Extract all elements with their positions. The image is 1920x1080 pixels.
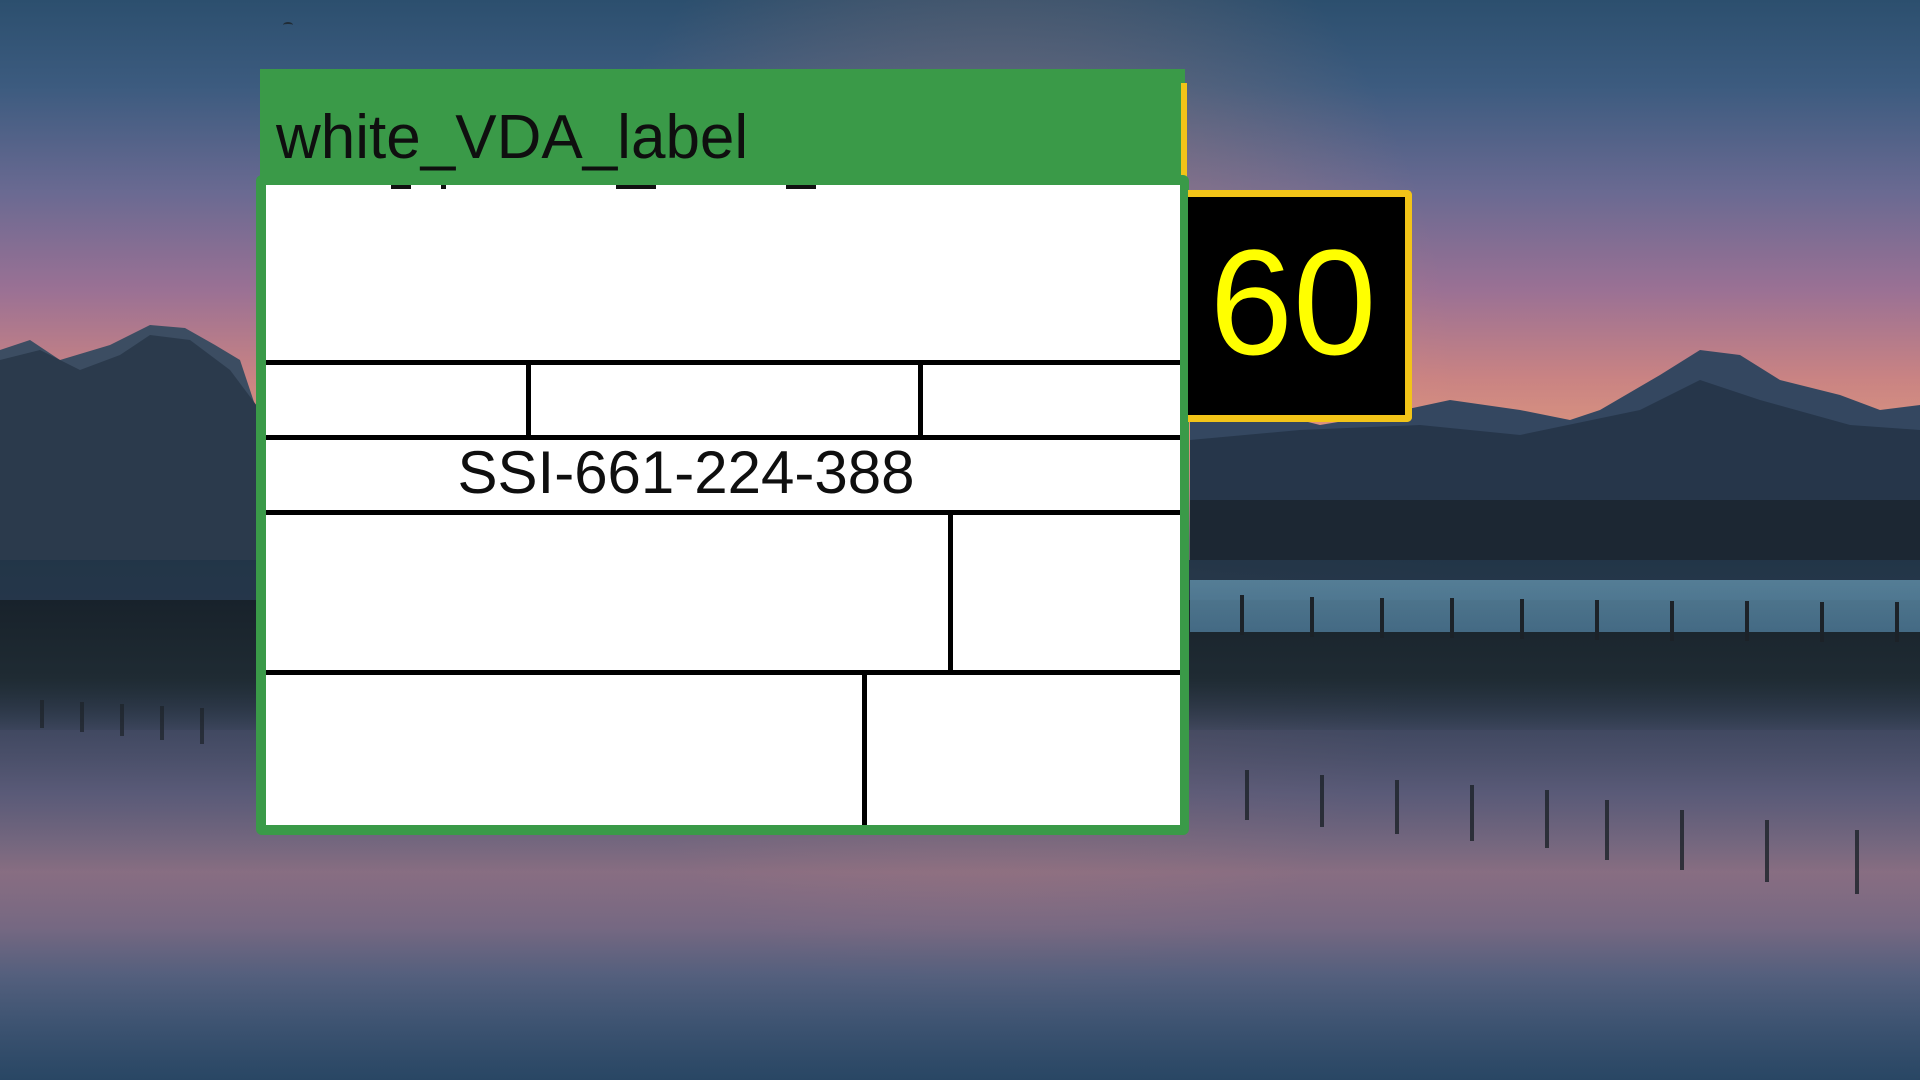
fence-post (120, 704, 124, 736)
label-cell (953, 515, 1180, 670)
fence-reflection (1470, 785, 1474, 841)
fence-reflection (1395, 780, 1399, 834)
label-window[interactable]: white_VDA_label SSI-661-224-388 (256, 69, 1189, 837)
label-window-title: white_VDA_label (276, 103, 749, 172)
vda-label-sheet[interactable]: SSI-661-224-388 (266, 185, 1180, 825)
label-cell (923, 365, 1180, 435)
label-cell (531, 365, 918, 435)
fence-post (200, 708, 204, 744)
label-cell-header (266, 185, 1180, 360)
fence-post (1450, 598, 1454, 638)
bird-silhouette (283, 22, 293, 28)
label-window-frame: SSI-661-224-388 (256, 175, 1189, 835)
label-cell (266, 515, 948, 670)
fence-post (1595, 600, 1599, 640)
titlebar-accent (1181, 83, 1187, 187)
fence-post (1310, 597, 1314, 637)
fence-reflection (1320, 775, 1324, 827)
road (1190, 580, 1920, 632)
fence-reflection (1680, 810, 1684, 870)
fence-post (1820, 602, 1824, 642)
label-window-titlebar[interactable]: white_VDA_label (260, 69, 1185, 187)
score-value: 60 (1209, 218, 1377, 386)
serial-number-text: SSI-661-224-388 (457, 439, 915, 506)
fence-post (80, 702, 84, 732)
fence-post (1895, 602, 1899, 642)
label-cell (867, 675, 1180, 825)
fence-reflection (1605, 800, 1609, 860)
fence-reflection (1855, 830, 1859, 894)
fence-post (1745, 601, 1749, 641)
fence-post (1240, 595, 1244, 635)
desktop: white_VDA_label SSI-661-224-388 60 (0, 0, 1920, 1080)
score-badge: 60 (1188, 190, 1412, 422)
label-cell (266, 675, 862, 825)
fence-post (1670, 601, 1674, 641)
fence-post (40, 700, 44, 728)
label-cell (266, 365, 526, 435)
fence-reflection (1545, 790, 1549, 848)
fence-reflection (1765, 820, 1769, 882)
fence-reflection (1245, 770, 1249, 820)
fence-post (1520, 599, 1524, 639)
fence-post (1380, 598, 1384, 638)
fence-post (160, 706, 164, 740)
